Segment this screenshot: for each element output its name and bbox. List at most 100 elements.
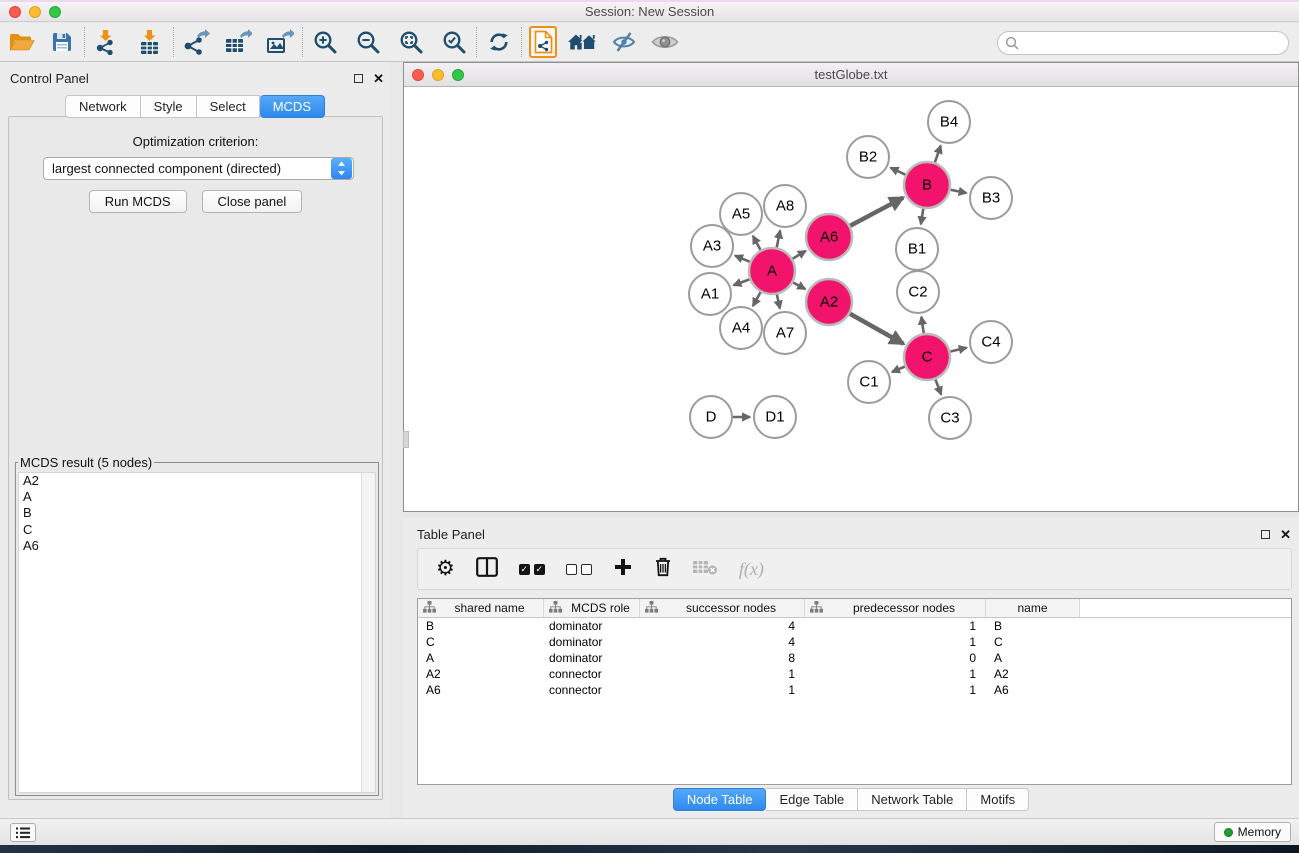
- graph-node[interactable]: A4: [720, 307, 762, 349]
- graph-edge[interactable]: [892, 366, 905, 372]
- graph-node[interactable]: B1: [896, 228, 938, 270]
- zoom-out-icon[interactable]: [353, 27, 383, 57]
- graph-node[interactable]: A1: [689, 273, 731, 315]
- tab-mcds[interactable]: MCDS: [260, 95, 325, 118]
- graph-edge[interactable]: [735, 256, 750, 262]
- column-header[interactable]: MCDS role: [544, 599, 640, 617]
- graph-node[interactable]: C: [904, 334, 950, 380]
- save-session-icon[interactable]: [47, 27, 77, 57]
- graph-node[interactable]: D1: [754, 396, 796, 438]
- open-session-icon[interactable]: [7, 27, 37, 57]
- graph-edge[interactable]: [753, 292, 761, 306]
- graph-node[interactable]: B: [904, 162, 950, 208]
- graph-node[interactable]: C3: [929, 397, 971, 439]
- tab-style[interactable]: Style: [141, 95, 197, 118]
- mcds-result-item[interactable]: C: [19, 522, 375, 538]
- table-row[interactable]: A6connector11A6: [418, 682, 1291, 698]
- search-input[interactable]: [1023, 34, 1288, 52]
- refresh-layout-icon[interactable]: [484, 27, 514, 57]
- zoom-fit-icon[interactable]: [396, 27, 426, 57]
- graph-edge[interactable]: [935, 146, 941, 163]
- column-header[interactable]: shared name: [418, 599, 544, 617]
- graph-node[interactable]: B2: [847, 136, 889, 178]
- graph-edge[interactable]: [793, 282, 805, 289]
- table-row[interactable]: Bdominator41B: [418, 618, 1291, 634]
- float-table-panel-icon[interactable]: [1261, 530, 1270, 539]
- graph-node[interactable]: A6: [806, 214, 852, 260]
- mcds-result-item[interactable]: B: [19, 505, 375, 521]
- float-panel-icon[interactable]: [354, 74, 363, 83]
- tab-network[interactable]: Network: [65, 95, 141, 118]
- graph-node[interactable]: A2: [806, 279, 852, 325]
- show-panel-eye-icon[interactable]: [650, 27, 680, 57]
- home-views-icon[interactable]: [568, 27, 598, 57]
- graph-node[interactable]: B4: [928, 101, 970, 143]
- graph-edge[interactable]: [733, 279, 749, 285]
- tab-network-table[interactable]: Network Table: [858, 788, 967, 811]
- graph-edge[interactable]: [850, 198, 903, 226]
- graph-node[interactable]: A5: [720, 193, 762, 235]
- close-table-panel-icon[interactable]: ✕: [1280, 530, 1291, 539]
- graph-node[interactable]: A: [749, 248, 795, 294]
- remove-table-icon[interactable]: [693, 559, 718, 580]
- run-mcds-button[interactable]: Run MCDS: [89, 190, 187, 213]
- column-header[interactable]: name: [986, 599, 1080, 617]
- task-history-icon[interactable]: [10, 823, 36, 842]
- graph-edge[interactable]: [753, 236, 761, 250]
- tab-motifs[interactable]: Motifs: [967, 788, 1029, 811]
- graph-edge[interactable]: [921, 317, 923, 333]
- graph-node[interactable]: D: [690, 396, 732, 438]
- graph-node[interactable]: C4: [970, 321, 1012, 363]
- table-row[interactable]: Cdominator41C: [418, 634, 1291, 650]
- mcds-result-item[interactable]: A2: [19, 473, 375, 489]
- select-all-checkboxes-icon[interactable]: ✓✓: [519, 564, 545, 575]
- import-table-icon[interactable]: [136, 27, 166, 57]
- column-header[interactable]: predecessor nodes: [805, 599, 986, 617]
- splitter-handle[interactable]: [403, 431, 409, 448]
- hide-panel-eye-slash-icon[interactable]: [609, 27, 639, 57]
- gear-icon[interactable]: ⚙: [436, 559, 455, 579]
- mcds-result-item[interactable]: A: [19, 489, 375, 505]
- table-row[interactable]: Adominator80A: [418, 650, 1291, 666]
- tab-node-table[interactable]: Node Table: [673, 788, 767, 811]
- graph-node[interactable]: C2: [897, 271, 939, 313]
- graph-node[interactable]: C1: [848, 361, 890, 403]
- tab-edge-table[interactable]: Edge Table: [766, 788, 858, 811]
- optimization-criterion-label: Optimization criterion:: [9, 134, 382, 149]
- column-header[interactable]: successor nodes: [640, 599, 805, 617]
- graph-edge[interactable]: [850, 314, 904, 344]
- close-panel-icon[interactable]: ✕: [373, 74, 384, 83]
- table-cell: 8: [640, 651, 805, 665]
- add-column-icon[interactable]: [613, 557, 633, 582]
- export-table-icon[interactable]: [223, 27, 253, 57]
- mcds-list-scrollbar[interactable]: [361, 473, 375, 792]
- import-network-icon[interactable]: [92, 27, 122, 57]
- export-network-icon[interactable]: [181, 27, 211, 57]
- deselect-all-checkboxes-icon[interactable]: [566, 564, 592, 575]
- graph-node[interactable]: A8: [764, 185, 806, 227]
- zoom-selected-icon[interactable]: [439, 27, 469, 57]
- network-canvas[interactable]: B4 B2 B B3 A5A8A6 A3 B1 A A1 C2 A2 A4A7 C4 C C1 C3 D D1: [404, 87, 1298, 511]
- graph-edge[interactable]: [935, 379, 941, 394]
- graph-node[interactable]: A7: [764, 312, 806, 354]
- tab-select[interactable]: Select: [197, 95, 260, 118]
- optimization-select[interactable]: largest connected component (directed): [43, 157, 354, 180]
- memory-button[interactable]: Memory: [1214, 822, 1291, 842]
- mcds-result-item[interactable]: A6: [19, 538, 375, 554]
- split-columns-icon[interactable]: [476, 557, 498, 582]
- graph-edge[interactable]: [921, 209, 923, 225]
- network-document-icon[interactable]: [529, 26, 557, 58]
- graph-edge[interactable]: [777, 231, 780, 248]
- graph-edge[interactable]: [777, 294, 780, 308]
- close-panel-button[interactable]: Close panel: [202, 190, 303, 213]
- graph-edge[interactable]: [891, 168, 906, 175]
- delete-column-trash-icon[interactable]: [654, 556, 672, 582]
- export-image-icon[interactable]: [265, 27, 295, 57]
- graph-node[interactable]: B3: [970, 177, 1012, 219]
- graph-edge[interactable]: [951, 190, 967, 193]
- graph-edge[interactable]: [793, 251, 806, 259]
- table-row[interactable]: A2connector11A2: [418, 666, 1291, 682]
- graph-node[interactable]: A3: [691, 225, 733, 267]
- graph-edge[interactable]: [950, 348, 966, 352]
- zoom-in-icon[interactable]: [310, 27, 340, 57]
